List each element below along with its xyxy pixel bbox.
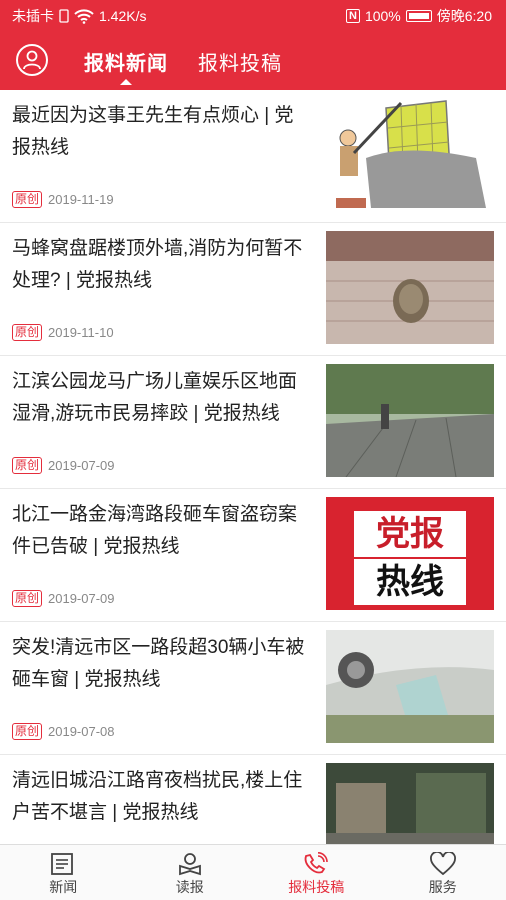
bottom-tab-bar: 新闻 读报 报料投稿 服务 [0,844,506,900]
article-list[interactable]: 最近因为这事王先生有点烦心 | 党报热线 原创 2019-11-19 马蜂窝盘踞楼… [0,90,506,844]
tabbar-label: 报料投稿 [288,879,345,895]
article-date: 2019-11-10 [48,325,114,340]
original-badge: 原创 [12,191,43,208]
wifi-icon [74,9,94,24]
original-badge: 原创 [12,590,43,607]
article-title: 马蜂窝盘踞楼顶外墙,消防为何暂不处理? | 党报热线 [12,238,303,291]
battery-percent: 100% [364,8,401,24]
thumb-text-1: 党报 [376,515,444,553]
newspaper-icon [51,853,74,875]
tabbar-item-service[interactable]: 服务 [380,845,506,900]
article-item[interactable]: 最近因为这事王先生有点烦心 | 党报热线 原创 2019-11-19 [0,90,506,223]
tabbar-label: 服务 [428,879,457,895]
article-item[interactable]: 马蜂窝盘踞楼顶外墙,消防为何暂不处理? | 党报热线 原创 2019-11-10 [0,223,506,356]
article-title: 突发!清远市区一路段超30辆小车被砸车窗 | 党报热线 [12,637,305,690]
article-date: 2019-11-19 [48,192,114,207]
article-item[interactable]: 突发!清远市区一路段超30辆小车被砸车窗 | 党报热线 原创 2019-07-08 [0,622,506,755]
battery-icon [405,10,432,22]
phone-hand-icon [304,852,329,874]
user-avatar-button[interactable] [16,44,48,76]
clock: 傍晚6:20 [436,8,492,24]
tabbar-item-submit[interactable]: 报料投稿 [253,845,380,900]
article-item[interactable]: 清远旧城沿江路宵夜档扰民,楼上住户苦不堪言 | 党报热线 原创 [0,755,506,844]
tabbar-label: 读报 [175,879,204,895]
tabbar-item-read[interactable]: 读报 [127,845,254,900]
thumb-text-2: 热线 [376,563,444,601]
article-title: 清远旧城沿江路宵夜档扰民,楼上住户苦不堪言 | 党报热线 [12,770,303,823]
tabbar-item-news[interactable]: 新闻 [0,845,127,900]
network-speed: 1.42K/s [99,8,147,24]
app-header: 报料新闻 报料投稿 [0,32,506,90]
active-tab-indicator [120,79,132,85]
reader-icon [178,853,201,876]
carrier-text: 未插卡 [12,8,54,24]
article-date: 2019-07-08 [48,724,115,739]
article-thumbnail [326,231,494,344]
article-date: 2019-07-09 [48,458,115,473]
article-title: 江滨公园龙马广场儿童娱乐区地面湿滑,游玩市民易摔跤 | 党报热线 [12,371,298,424]
original-badge: 原创 [12,457,43,474]
sim-icon [59,9,69,23]
article-thumbnail [326,364,494,477]
status-bar: 未插卡 1.42K/s N 100% 傍晚6:20 [0,0,506,32]
original-badge: 原创 [12,723,43,740]
original-badge: 原创 [12,324,43,341]
article-thumbnail [326,630,494,743]
article-thumbnail [326,763,494,844]
article-item[interactable]: 北江一路金海湾路段砸车窗盗窃案件已告破 | 党报热线 原创 2019-07-09 … [0,489,506,622]
article-title: 北江一路金海湾路段砸车窗盗窃案件已告破 | 党报热线 [12,504,298,557]
article-title: 最近因为这事王先生有点烦心 | 党报热线 [12,105,294,158]
article-item[interactable]: 江滨公园龙马广场儿童娱乐区地面湿滑,游玩市民易摔跤 | 党报热线 原创 2019-… [0,356,506,489]
user-icon [23,50,41,70]
tab-submit[interactable]: 报料投稿 [198,47,282,76]
tab-news[interactable]: 报料新闻 [84,47,168,76]
article-thumbnail [326,98,494,211]
article-date: 2019-07-09 [48,591,115,606]
tabbar-label: 新闻 [49,879,78,895]
nfc-icon: N [345,9,360,23]
heart-icon [429,852,456,876]
article-thumbnail: 党报 热线 [326,497,494,610]
